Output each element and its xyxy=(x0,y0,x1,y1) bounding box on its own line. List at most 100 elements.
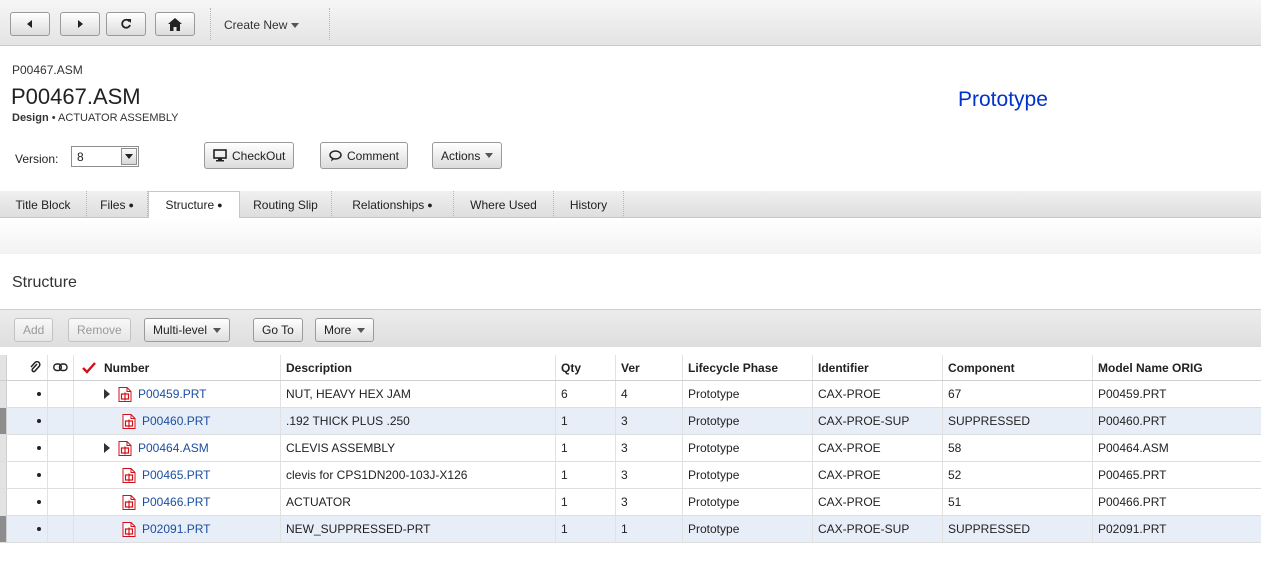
qty-column-header[interactable]: Qty xyxy=(556,355,616,380)
lifecycle-cell: Prototype xyxy=(683,489,813,515)
table-row[interactable]: P00459.PRT NUT, HEAVY HEX JAM 6 4 Prototype C… xyxy=(0,381,1261,408)
table-row[interactable]: P00465.PRT clevis for CPS1DN200-103J-X126… xyxy=(0,462,1261,489)
add-button[interactable]: Add xyxy=(14,318,54,342)
back-arrow-icon xyxy=(27,20,32,28)
description-cell: NEW_SUPPRESSED-PRT xyxy=(281,516,556,542)
lifecycle-column-header[interactable]: Lifecycle Phase xyxy=(683,355,813,380)
part-number-link[interactable]: P00465.PRT xyxy=(142,468,211,482)
row-handle[interactable] xyxy=(0,435,7,461)
tab-history[interactable]: History xyxy=(554,191,624,218)
identifier-cell: CAX-PROE-SUP xyxy=(813,516,943,542)
tab-label: Relationships xyxy=(352,197,425,212)
link-column-header[interactable] xyxy=(48,355,74,380)
component-cell: SUPPRESSED xyxy=(943,516,1093,542)
comment-label: Comment xyxy=(347,148,400,163)
create-new-menu[interactable]: Create New xyxy=(224,18,300,32)
section-title: Structure xyxy=(12,274,77,291)
bullet-cell xyxy=(24,489,48,515)
attachment-column-header[interactable] xyxy=(24,355,48,380)
forward-button[interactable] xyxy=(60,12,100,36)
row-handle[interactable] xyxy=(0,462,7,488)
tab-indicator-dot: ● xyxy=(427,199,433,210)
multi-level-label: Multi-level xyxy=(153,323,208,337)
description-cell: clevis for CPS1DN200-103J-X126 xyxy=(281,462,556,488)
checkout-button[interactable]: CheckOut xyxy=(204,142,295,169)
refresh-button[interactable] xyxy=(106,12,146,36)
identifier-column-header[interactable]: Identifier xyxy=(813,355,943,380)
part-number-link[interactable]: P00459.PRT xyxy=(138,387,207,401)
row-handle xyxy=(0,355,7,380)
subtitle-separator: • xyxy=(48,112,59,124)
qty-cell: 1 xyxy=(556,489,616,515)
forward-arrow-icon xyxy=(78,20,83,28)
tab-label: Structure xyxy=(165,198,215,212)
actions-label: Actions xyxy=(441,148,481,163)
home-button[interactable] xyxy=(155,12,195,36)
table-row[interactable]: P00466.PRT ACTUATOR 1 3 Prototype CAX-PROE 51 P… xyxy=(0,489,1261,516)
ver-cell: 4 xyxy=(616,381,683,407)
description-cell: CLEVIS ASSEMBLY xyxy=(281,435,556,461)
qty-cell: 1 xyxy=(556,516,616,542)
tab-relationships[interactable]: Relationships ● xyxy=(332,191,454,218)
description-column-header[interactable]: Description xyxy=(281,355,556,380)
row-handle[interactable] xyxy=(0,381,7,407)
back-button[interactable] xyxy=(10,12,50,36)
comment-button[interactable]: Comment xyxy=(320,142,409,169)
part-file-icon xyxy=(118,386,132,402)
expand-arrow-icon[interactable] xyxy=(104,389,110,399)
number-cell: P00459.PRT xyxy=(74,381,281,407)
tab-structure[interactable]: Structure ● xyxy=(148,191,240,219)
table-row[interactable]: P00464.ASM CLEVIS ASSEMBLY 1 3 Prototype CAX-… xyxy=(0,435,1261,462)
row-handle[interactable] xyxy=(0,489,7,515)
tab-label: Files xyxy=(100,197,126,212)
number-cell: P02091.PRT xyxy=(74,516,281,542)
dropdown-button[interactable] xyxy=(121,148,137,165)
remove-button[interactable]: Remove xyxy=(68,318,131,342)
checkout-monitor-icon xyxy=(213,149,227,162)
table-row[interactable]: P00460.PRT .192 THICK PLUS .250 1 3 Prototyp… xyxy=(0,408,1261,435)
link-cell xyxy=(48,408,74,434)
tab-title-block[interactable]: Title Block xyxy=(0,191,87,218)
column-label: Lifecycle Phase xyxy=(688,360,779,375)
number-column-header[interactable]: Number xyxy=(74,355,281,380)
actions-button[interactable]: Actions xyxy=(432,142,503,169)
lifecycle-cell: Prototype xyxy=(683,381,813,407)
column-label: Number xyxy=(104,360,150,375)
expand-arrow-icon[interactable] xyxy=(104,443,110,453)
part-number-link[interactable]: P02091.PRT xyxy=(142,522,211,536)
more-button[interactable]: More xyxy=(315,318,375,342)
qty-cell: 6 xyxy=(556,381,616,407)
component-column-header[interactable]: Component xyxy=(943,355,1093,380)
tab-routing-slip[interactable]: Routing Slip xyxy=(240,191,332,218)
link-cell xyxy=(48,489,74,515)
tab-bar: Title Block Files ● Structure ● Routing Sl… xyxy=(0,191,1261,219)
column-label: Ver xyxy=(621,360,640,375)
toolbar-separator xyxy=(329,8,330,40)
part-number-link[interactable]: P00460.PRT xyxy=(142,414,211,428)
multi-level-button[interactable]: Multi-level xyxy=(144,318,231,342)
bullet-icon xyxy=(37,392,41,396)
part-number-link[interactable]: P00464.ASM xyxy=(138,441,209,455)
row-handle[interactable] xyxy=(0,516,7,542)
link-cell xyxy=(48,462,74,488)
column-label: Description xyxy=(286,360,353,375)
create-new-label: Create New xyxy=(224,18,288,32)
bullet-cell xyxy=(24,462,48,488)
table-header-row: Number Description Qty Ver Lifecycle Pha… xyxy=(0,355,1261,381)
identifier-cell: CAX-PROE xyxy=(813,489,943,515)
part-file-icon xyxy=(122,494,136,510)
chevron-down-icon xyxy=(485,153,494,158)
model-name-cell: P02091.PRT xyxy=(1098,522,1167,536)
lifecycle-cell: Prototype xyxy=(683,408,813,434)
model-name-column-header[interactable]: Model Name ORIG xyxy=(1093,355,1261,380)
bullet-cell xyxy=(24,408,48,434)
bullet-icon xyxy=(37,419,41,423)
go-to-button[interactable]: Go To xyxy=(253,318,303,342)
tab-files[interactable]: Files ● xyxy=(87,191,148,218)
version-select[interactable]: 8 xyxy=(71,146,139,167)
part-number-link[interactable]: P00466.PRT xyxy=(142,495,211,509)
row-handle[interactable] xyxy=(0,408,7,434)
ver-column-header[interactable]: Ver xyxy=(616,355,683,380)
table-row[interactable]: P02091.PRT NEW_SUPPRESSED-PRT 1 1 Prototype C… xyxy=(0,516,1261,543)
tab-where-used[interactable]: Where Used xyxy=(454,191,554,218)
